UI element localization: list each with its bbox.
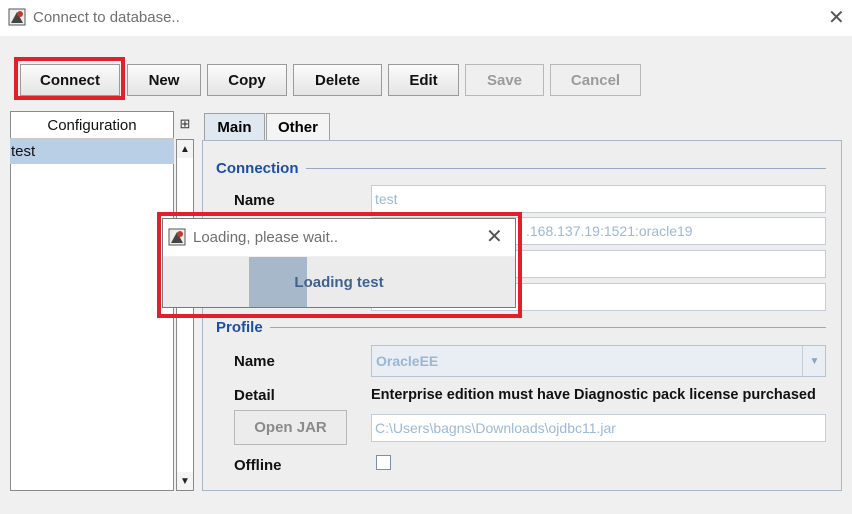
scroll-down-icon[interactable]: ▼ <box>177 472 193 490</box>
offline-label: Offline <box>234 457 282 474</box>
configuration-header[interactable]: Configuration <box>10 112 174 139</box>
connect-highlight <box>14 57 125 100</box>
app-icon <box>8 8 26 26</box>
profile-name-select[interactable]: OracleEE <box>371 345 826 377</box>
connection-name-field[interactable]: test <box>371 185 826 213</box>
delete-button[interactable]: Delete <box>293 64 382 96</box>
list-item[interactable]: test <box>10 139 174 164</box>
cancel-button[interactable]: Cancel <box>550 64 641 96</box>
connection-section-title: Connection <box>216 160 299 177</box>
chevron-down-icon[interactable]: ▼ <box>802 346 826 376</box>
new-button[interactable]: New <box>127 64 201 96</box>
connection-name-label: Name <box>234 192 275 209</box>
scroll-up-icon[interactable]: ▲ <box>177 140 193 158</box>
offline-checkbox[interactable] <box>376 455 391 470</box>
configuration-list <box>10 111 174 491</box>
loading-dialog-highlight <box>157 212 522 318</box>
profile-detail-text: Enterprise edition must have Diagnostic … <box>371 387 816 403</box>
close-icon[interactable]: ✕ <box>828 8 845 28</box>
profile-separator <box>270 327 826 328</box>
tab-main[interactable]: Main <box>204 113 265 141</box>
save-button[interactable]: Save <box>465 64 544 96</box>
copy-button[interactable]: Copy <box>207 64 287 96</box>
column-control-icon[interactable]: ⊞ <box>176 114 194 134</box>
open-jar-button[interactable]: Open JAR <box>234 410 347 445</box>
connection-separator <box>306 168 826 169</box>
profile-detail-label: Detail <box>234 387 275 404</box>
tab-other[interactable]: Other <box>266 113 330 141</box>
profile-name-label: Name <box>234 353 275 370</box>
profile-section-title: Profile <box>216 319 263 336</box>
edit-button[interactable]: Edit <box>388 64 459 96</box>
jar-path-field[interactable]: C:\Users\bagns\Downloads\ojdbc11.jar <box>371 414 826 442</box>
window-title: Connect to database.. <box>33 9 180 26</box>
